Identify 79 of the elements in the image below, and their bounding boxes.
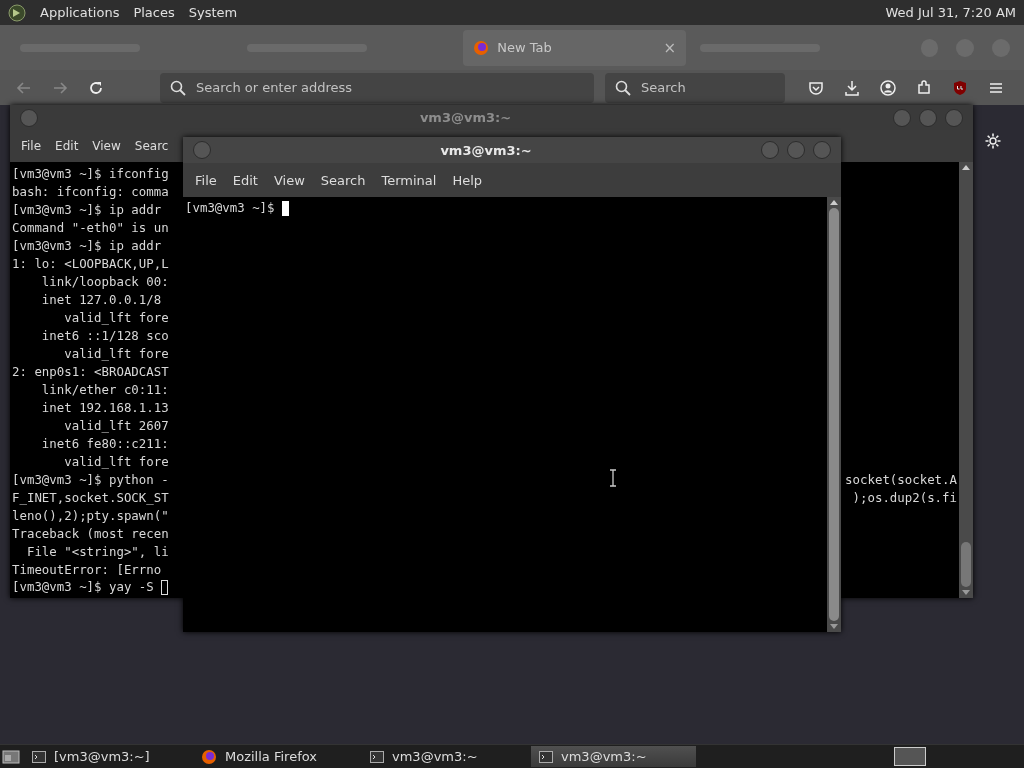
terminal-line: inet6 ::1/128 sco: [40, 327, 169, 343]
terminal-line: [vm3@vm3 ~]$ ifconfig: [12, 165, 169, 181]
window-menu-button[interactable]: [20, 108, 38, 127]
window-control-button[interactable]: [893, 108, 911, 127]
menu-item[interactable]: Terminal: [373, 172, 445, 188]
window-control-button[interactable]: [945, 108, 963, 127]
show-desktop-icon[interactable]: [2, 748, 20, 765]
terminal-icon: [370, 750, 384, 763]
menu-item[interactable]: Help: [444, 172, 491, 188]
text-cursor-icon: [609, 469, 617, 487]
terminal-line: TimeoutError: [Errno: [12, 561, 162, 577]
panel-menu[interactable]: Places: [133, 5, 175, 20]
terminal-icon: [32, 750, 46, 763]
terminal-line: 2: enp0s1: <BROADCAST: [12, 363, 169, 379]
terminal-line: [vm3@vm3 ~]$ ip addr: [12, 201, 162, 217]
address-field[interactable]: Search or enter address: [160, 72, 594, 103]
window-control-button[interactable]: [813, 141, 831, 159]
terminal-line: 1: lo: <LOOPBACK,UP,L: [12, 255, 169, 271]
window-control-button[interactable]: [761, 141, 779, 159]
scrollbar-thumb[interactable]: [829, 208, 839, 621]
forward-arrow-icon: [52, 79, 68, 96]
terminal-icon: [539, 750, 553, 763]
shield-icon: [951, 78, 969, 97]
terminal-line: [vm3@vm3 ~]$ python -: [12, 471, 169, 487]
terminal-line: [vm3@vm3 ~]$: [185, 200, 289, 216]
terminal-line: socket(socket.A: [845, 471, 957, 487]
panel-menu[interactable]: Applications: [40, 5, 120, 20]
window-title: vm3@vm3:~: [418, 110, 513, 125]
terminal-line: Traceback (most recen: [12, 525, 169, 541]
terminal-line: valid_lft 2607: [63, 417, 169, 433]
reload-icon: [88, 79, 104, 96]
scrollbar-thumb[interactable]: [961, 542, 971, 587]
terminal-line: inet 192.168.1.13: [40, 399, 169, 415]
terminal-line: );os.dup2(s.fi: [852, 489, 957, 505]
menu-item[interactable]: Searc: [127, 139, 176, 153]
terminal-line: link/loopback 00:: [40, 273, 169, 289]
terminal-line: [vm3@vm3 ~]$ ip addr: [12, 237, 162, 253]
menu-item[interactable]: View: [85, 139, 128, 153]
taskbar-button[interactable]: vm3@vm3:~: [362, 746, 527, 767]
panel-menu[interactable]: System: [188, 5, 238, 20]
window-control-button[interactable]: [787, 141, 805, 159]
download-icon: [843, 78, 861, 97]
taskbar-button[interactable]: [vm3@vm3:~]: [24, 746, 189, 767]
firefox-icon: [201, 748, 217, 765]
terminal-line: leno(),2);pty.spawn(": [12, 507, 169, 523]
window-menu-button[interactable]: [193, 141, 211, 159]
settings-icon[interactable]: [984, 132, 1002, 150]
terminal-line: File "<string>", li: [25, 543, 169, 559]
terminal-line: F_INET,socket.SOCK_ST: [12, 489, 169, 505]
firefox-icon: [473, 39, 490, 56]
puzzle-icon: [915, 78, 933, 97]
terminal-line: bash: ifconfig: comma: [12, 183, 169, 199]
taskbar-button[interactable]: vm3@vm3:~: [531, 746, 696, 767]
distro-logo-icon[interactable]: [8, 3, 26, 22]
menu-item[interactable]: File: [14, 139, 49, 153]
clock[interactable]: Wed Jul 31, 7:20 AM: [885, 5, 1016, 20]
menu-item[interactable]: View: [265, 172, 313, 188]
scrollbar[interactable]: [827, 197, 841, 632]
back-arrow-icon: [16, 79, 32, 96]
browser-tab[interactable]: New Tab ×: [463, 29, 686, 66]
terminal-line: valid_lft fore: [63, 345, 169, 361]
terminal-line: inet6 fe80::c211:: [40, 435, 169, 451]
terminal-line: [vm3@vm3 ~]$ yay -S: [12, 579, 169, 595]
menu-item[interactable]: Search: [312, 172, 374, 188]
account-icon: [879, 78, 897, 97]
workspace-switcher[interactable]: [894, 747, 926, 766]
taskbar-button[interactable]: Mozilla Firefox: [193, 746, 358, 767]
menu-item[interactable]: Edit: [48, 139, 86, 153]
terminal-line: Command "-eth0" is un: [12, 219, 169, 235]
menu-item[interactable]: Edit: [224, 172, 266, 188]
scrollbar[interactable]: [959, 162, 973, 598]
terminal-line: valid_lft fore: [63, 453, 169, 469]
terminal-line: link/ether c0:11:: [40, 381, 169, 397]
window-control-button[interactable]: [919, 108, 937, 127]
terminal-line: inet 127.0.0.1/8: [40, 291, 162, 307]
menu-item[interactable]: File: [187, 172, 225, 188]
search-field[interactable]: Search: [605, 72, 785, 103]
terminal-line: valid_lft fore: [63, 309, 169, 325]
window-title: vm3@vm3:~: [439, 142, 533, 158]
